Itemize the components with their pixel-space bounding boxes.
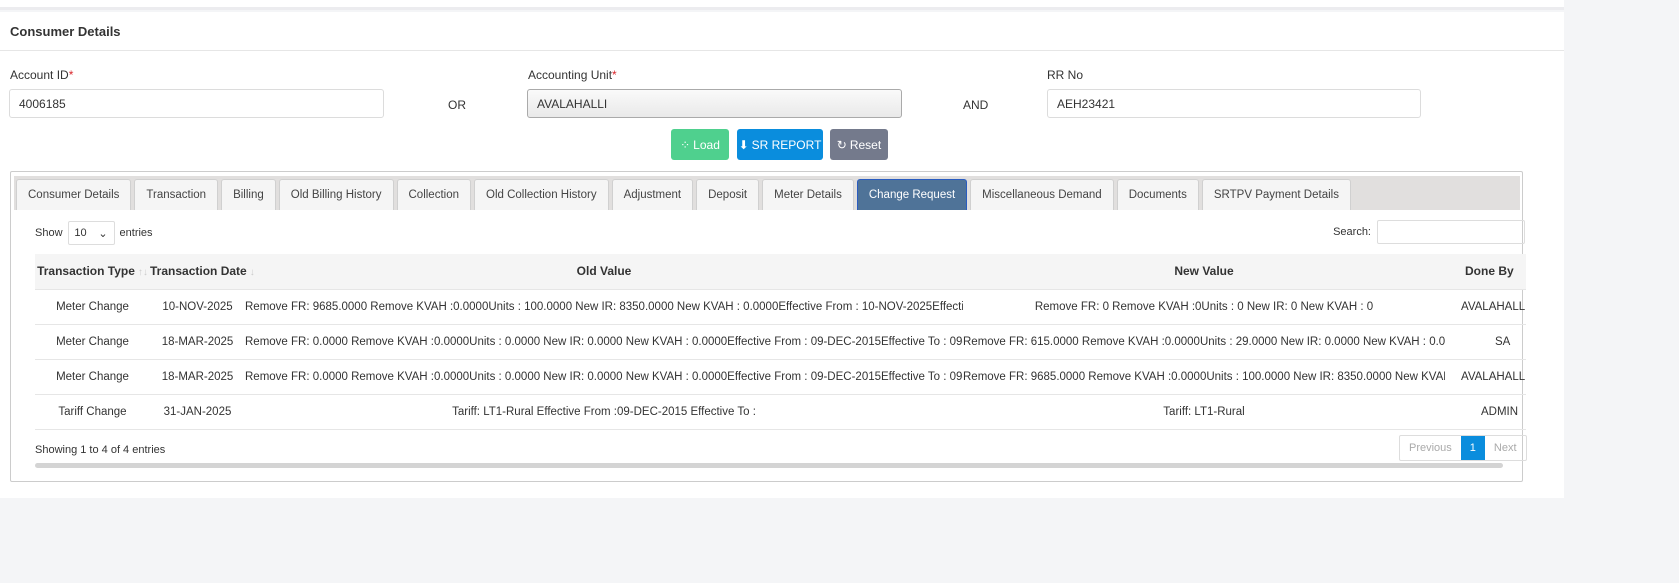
divider [0,50,1564,51]
tab-panel: Consumer Details Transaction Billing Old… [10,171,1527,482]
reset-button[interactable]: ↻ Reset [830,129,888,160]
cell-old-value: Remove FR: 0.0000 Remove KVAH :0.0000Uni… [245,359,963,395]
change-request-table: Transaction Type ↑↓ Transaction Date ↓ Old… [35,254,1526,430]
download-circle-icon: ⬇ [738,137,749,152]
load-label: Load [693,137,720,152]
sort-icon: ↑↓ [137,267,148,279]
cell-old-value: Remove FR: 0.0000 Remove KVAH :0.0000Uni… [245,324,963,360]
sr-report-label: SR REPORT [751,137,822,152]
accounting-unit-select[interactable]: AVALAHALLI [527,89,902,118]
tab-change-request[interactable]: Change Request [856,179,968,210]
next-page-button[interactable]: Next [1485,436,1526,460]
rr-no-input[interactable]: AEH23421 [1047,89,1421,118]
page-gutter [1564,0,1679,583]
horizontal-scrollbar[interactable] [35,463,1503,468]
cell-old-value: Tariff: LT1-Rural Effective From :09-DEC… [245,394,963,430]
tab-srtpv-payment-details[interactable]: SRTPV Payment Details [1201,179,1351,210]
top-bar [0,0,1679,10]
consumer-details-card: Consumer Details Account ID* 4006185 OR … [0,12,1564,498]
previous-page-button[interactable]: Previous [1400,436,1461,460]
tab-consumer-details[interactable]: Consumer Details [16,179,132,210]
table-row: Meter Change 18-MAR-2025 Remove FR: 0.0000… [35,359,1526,395]
page-title: Consumer Details [10,24,121,39]
sr-report-button[interactable]: ⬇ SR REPORT [737,129,823,160]
cell-transaction-type: Tariff Change [35,394,150,430]
column-header-new-value[interactable]: New Value [963,254,1445,290]
refresh-icon: ↻ [836,137,847,152]
and-label: AND [963,98,989,112]
tab-collection[interactable]: Collection [396,179,471,210]
table-row: Meter Change 10-NOV-2025 Remove FR: 9685.0… [35,289,1526,325]
cell-done-by: SA [1445,324,1526,360]
column-header-transaction-type[interactable]: Transaction Type ↑↓ [35,254,150,290]
tab-bar: Consumer Details Transaction Billing Old… [14,176,1520,210]
column-header-old-value[interactable]: Old Value [245,254,963,290]
cell-transaction-date: 31-JAN-2025 [150,394,245,430]
table-info: Showing 1 to 4 of 4 entries [35,444,166,456]
cell-transaction-date: 18-MAR-2025 [150,324,245,360]
entries-select[interactable]: 10 ⌄ [67,221,115,245]
search-label: Search: [1333,226,1371,238]
sort-desc-icon: ↓ [249,267,255,279]
account-id-label: Account ID* [10,68,74,82]
table-row: Tariff Change 31-JAN-2025 Tariff: LT1-Rura… [35,394,1526,430]
column-header-transaction-date[interactable]: Transaction Date ↓ [150,254,255,290]
table-header-row: Transaction Type ↑↓ Transaction Date ↓ Old… [35,254,1526,290]
cell-new-value: Remove FR: 615.0000 Remove KVAH :0.0000U… [963,324,1445,360]
cell-done-by: AVALAHALLI S [1445,359,1526,395]
cell-transaction-type: Meter Change [35,359,150,395]
reset-label: Reset [849,137,882,152]
load-button[interactable]: ⁘ Load [671,129,729,160]
rr-no-label: RR No [1047,68,1084,82]
tab-documents[interactable]: Documents [1116,179,1199,210]
tab-miscellaneous-demand[interactable]: Miscellaneous Demand [970,179,1114,210]
cell-done-by: AVALAHALLI S [1445,289,1526,325]
tab-old-billing-history[interactable]: Old Billing History [278,179,394,210]
entries-label: entries [119,227,153,239]
tab-deposit[interactable]: Deposit [696,179,760,210]
tab-old-collection-history[interactable]: Old Collection History [474,179,609,210]
cell-transaction-type: Meter Change [35,289,150,325]
entries-length-control: Show 10 ⌄ entries [35,221,153,245]
tab-adjustment[interactable]: Adjustment [611,179,694,210]
table-row: Meter Change 18-MAR-2025 Remove FR: 0.0000… [35,324,1526,360]
accounting-unit-label: Accounting Unit* [528,68,617,82]
tab-billing[interactable]: Billing [221,179,276,210]
change-request-table-wrapper: Transaction Type ↑↓ Transaction Date ↓ Old… [35,254,1526,430]
cell-transaction-date: 18-MAR-2025 [150,359,245,395]
cell-transaction-date: 10-NOV-2025 [150,289,245,325]
cell-transaction-type: Meter Change [35,324,150,360]
tab-transaction[interactable]: Transaction [134,179,219,210]
pagination: Previous 1 Next [1399,435,1527,461]
search-input[interactable] [1377,220,1525,244]
or-label: OR [448,98,466,112]
cell-new-value: Remove FR: 0 Remove KVAH :0Units : 0 New… [963,289,1445,325]
account-id-input[interactable]: 4006185 [9,89,384,118]
entries-value: 10 [74,227,87,239]
cell-done-by: ADMIN [1445,394,1526,430]
page-1-button[interactable]: 1 [1460,436,1485,460]
cell-new-value: Remove FR: 9685.0000 Remove KVAH :0.0000… [963,359,1445,395]
column-header-done-by[interactable]: Done By [1445,254,1526,290]
show-label: Show [35,227,63,239]
cell-new-value: Tariff: LT1-Rural [963,394,1445,430]
cell-old-value: Remove FR: 9685.0000 Remove KVAH :0.0000… [245,289,963,325]
chevron-down-icon: ⌄ [98,227,108,240]
spinner-icon: ⁘ [680,137,691,152]
search-control: Search: [1333,220,1525,244]
tab-meter-details[interactable]: Meter Details [762,179,854,210]
